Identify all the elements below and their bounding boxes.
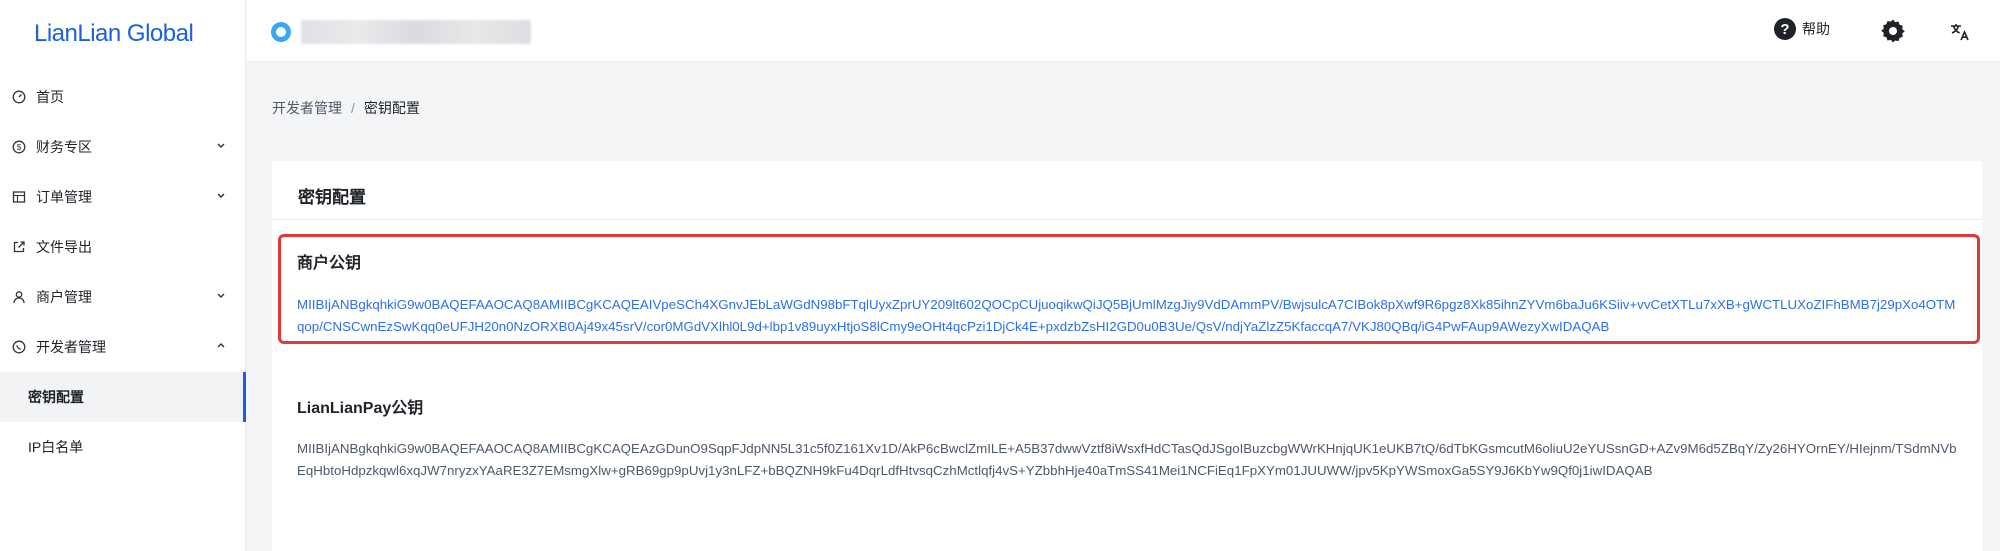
- sidebar-item-finance[interactable]: $ 财务专区: [0, 122, 246, 172]
- sidebar-item-file-export[interactable]: 文件导出: [0, 222, 246, 272]
- chevron-down-icon: [216, 291, 226, 304]
- question-icon: ?: [1774, 18, 1796, 40]
- export-icon: [12, 240, 26, 254]
- sidebar-item-label: 开发者管理: [36, 339, 106, 355]
- gear-icon[interactable]: [1880, 18, 1906, 44]
- breadcrumb: 开发者管理 / 密钥配置: [272, 98, 420, 118]
- chevron-down-icon: [216, 141, 226, 154]
- sidebar-item-orders[interactable]: 订单管理: [0, 172, 246, 222]
- merchant-public-key-title: 商户公钥: [297, 255, 362, 272]
- card-divider: [272, 219, 1982, 220]
- sidebar-item-label: 首页: [36, 89, 64, 105]
- key-config-card: 密钥配置 商户公钥 MIIBIjANBgkqhkiG9w0BAQEFAAOCAQ…: [272, 161, 1982, 551]
- lianlianpay-public-key-title: LianLianPay公钥: [297, 400, 424, 417]
- top-header: ? 帮助: [247, 0, 2000, 62]
- help-label: 帮助: [1802, 21, 1830, 37]
- sidebar-item-developer[interactable]: 开发者管理: [0, 322, 246, 372]
- sidebar-item-label: 文件导出: [36, 239, 92, 255]
- language-translate-icon[interactable]: [1948, 20, 1972, 44]
- user-icon: [12, 290, 26, 304]
- store-avatar-icon[interactable]: [271, 22, 291, 42]
- sidebar-item-label: IP白名单: [28, 439, 84, 455]
- help-button[interactable]: ? 帮助: [1774, 18, 1830, 40]
- lianlian-global-logo[interactable]: LianLian Global: [34, 20, 194, 48]
- sidebar-item-merchants[interactable]: 商户管理: [0, 272, 246, 322]
- chevron-down-icon: [216, 191, 226, 204]
- sidebar-item-label: 订单管理: [36, 189, 92, 205]
- sidebar-item-label: 密钥配置: [28, 389, 84, 405]
- table-icon: [12, 190, 26, 204]
- sidebar-menu: 首页 $ 财务专区 订单管理 文件导出 商户管理 开发者管理 密钥配置 IP白名…: [0, 72, 246, 472]
- merchant-public-key-value[interactable]: MIIBIjANBgkqhkiG9w0BAQEFAAOCAQ8AMIIBCgKC…: [297, 294, 1959, 338]
- sidebar: LianLian Global 首页 $ 财务专区 订单管理 文件导出 商户管理…: [0, 0, 246, 551]
- sidebar-item-key-config[interactable]: 密钥配置: [0, 372, 246, 422]
- breadcrumb-current: 密钥配置: [363, 100, 420, 116]
- sidebar-item-ip-whitelist[interactable]: IP白名单: [0, 422, 246, 472]
- sidebar-item-home[interactable]: 首页: [0, 72, 246, 122]
- sidebar-item-label: 商户管理: [36, 289, 92, 305]
- sidebar-item-label: 财务专区: [36, 139, 92, 155]
- breadcrumb-separator: /: [351, 100, 355, 116]
- card-title: 密钥配置: [298, 188, 366, 207]
- svg-text:$: $: [17, 143, 22, 152]
- breadcrumb-parent[interactable]: 开发者管理: [272, 98, 342, 118]
- dollar-circle-icon: $: [12, 140, 26, 154]
- lianlianpay-public-key-value[interactable]: MIIBIjANBgkqhkiG9w0BAQEFAAOCAQ8AMIIBCgKC…: [297, 438, 1959, 482]
- dashboard-icon: [12, 90, 26, 104]
- developer-icon: [12, 340, 26, 354]
- store-name-redacted: [301, 20, 531, 44]
- chevron-up-icon: [216, 341, 226, 354]
